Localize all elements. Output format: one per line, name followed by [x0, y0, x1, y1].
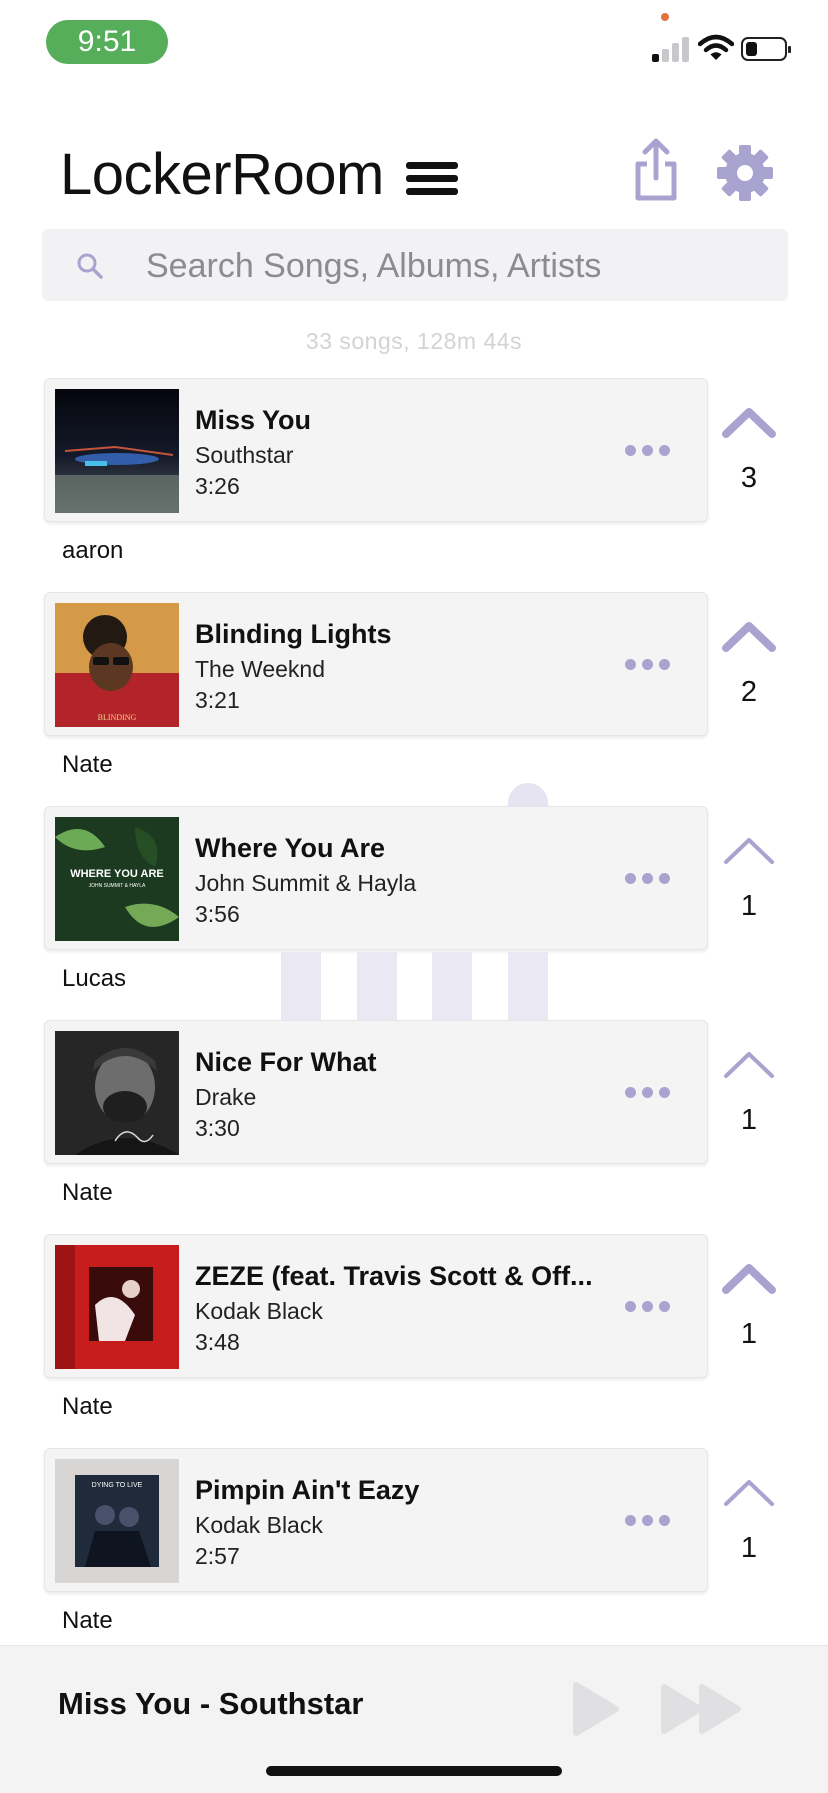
song-title: Where You Are: [195, 833, 386, 863]
svg-text:WHERE YOU ARE: WHERE YOU ARE: [70, 868, 164, 880]
song-card[interactable]: BLINDING Blinding Lights The Weeknd 3:21: [44, 592, 708, 736]
upvote-chevron-icon[interactable]: [720, 1474, 778, 1510]
song-duration: 3:56: [195, 901, 240, 927]
now-playing-label: Miss You - Southstar: [58, 1686, 364, 1721]
upvote-chevron-icon[interactable]: [720, 832, 778, 868]
upvote-chevron-icon[interactable]: [720, 618, 778, 654]
vote-count: 1: [740, 1318, 758, 1350]
more-options-icon[interactable]: [625, 1509, 671, 1533]
upvote-chevron-icon[interactable]: [720, 1260, 778, 1296]
song-card[interactable]: Nice For What Drake 3:30: [44, 1020, 708, 1164]
album-art: DYING TO LIVE: [55, 1459, 179, 1583]
album-art: [55, 1031, 179, 1155]
loading-overlay-bar: [432, 952, 472, 1020]
song-title: Pimpin Ain't Eazy: [195, 1475, 420, 1505]
added-by-label: Lucas: [62, 965, 127, 992]
vote-count: 2: [740, 676, 758, 708]
vote-count: 1: [740, 890, 758, 922]
song-artist: Southstar: [195, 442, 294, 468]
song-title: Nice For What: [195, 1047, 377, 1077]
more-options-icon[interactable]: [625, 439, 671, 463]
song-card[interactable]: DYING TO LIVE Pimpin Ain't Eazy Kodak Blac…: [44, 1448, 708, 1592]
more-options-icon[interactable]: [625, 1295, 671, 1319]
vote-count: 3: [740, 462, 758, 494]
song-artist: Drake: [195, 1084, 257, 1110]
song-duration: 3:48: [195, 1329, 240, 1355]
more-options-icon[interactable]: [625, 653, 671, 677]
song-card[interactable]: ZEZE (feat. Travis Scott & Off... Kodak B…: [44, 1234, 708, 1378]
loading-overlay-bar: [357, 952, 397, 1020]
song-title: Miss You: [195, 405, 312, 435]
upvote-chevron-icon[interactable]: [720, 1046, 778, 1082]
loading-overlay-bar: [281, 952, 321, 1020]
album-art: WHERE YOU ARE JOHN SUMMIT & HAYLA: [55, 817, 179, 941]
song-card[interactable]: Miss You Southstar 3:26: [44, 378, 708, 522]
song-artist: The Weeknd: [195, 656, 325, 682]
song-duration: 2:57: [195, 1543, 240, 1569]
more-options-icon[interactable]: [625, 1081, 671, 1105]
song-title: Blinding Lights: [195, 619, 392, 649]
song-card[interactable]: WHERE YOU ARE JOHN SUMMIT & HAYLA Where Yo…: [44, 806, 708, 950]
song-artist: Kodak Black: [195, 1512, 323, 1538]
album-art: BLINDING: [55, 603, 179, 727]
album-art: [55, 1245, 179, 1369]
skip-forward-icon[interactable]: [660, 1681, 744, 1737]
added-by-label: Nate: [62, 751, 113, 778]
added-by-label: Nate: [62, 1393, 113, 1420]
song-duration: 3:30: [195, 1115, 240, 1141]
song-list: Miss You Southstar 3:26 3 aaron BLINDING Blind…: [0, 0, 828, 1792]
vote-count: 1: [740, 1532, 758, 1564]
song-duration: 3:21: [195, 687, 240, 713]
svg-text:DYING TO LIVE: DYING TO LIVE: [92, 1482, 143, 1489]
song-artist: Kodak Black: [195, 1298, 323, 1324]
song-title: ZEZE (feat. Travis Scott & Off...: [195, 1261, 593, 1291]
svg-text:JOHN SUMMIT & HAYLA: JOHN SUMMIT & HAYLA: [89, 883, 146, 889]
album-art: [55, 389, 179, 513]
home-indicator[interactable]: [266, 1766, 562, 1776]
loading-overlay-bar: [508, 952, 548, 1020]
vote-count: 1: [740, 1104, 758, 1136]
added-by-label: aaron: [62, 537, 124, 564]
upvote-chevron-icon[interactable]: [720, 404, 778, 440]
play-icon[interactable]: [572, 1681, 620, 1737]
added-by-label: Nate: [62, 1607, 113, 1634]
more-options-icon[interactable]: [625, 867, 671, 891]
added-by-label: Nate: [62, 1179, 113, 1206]
song-artist: John Summit & Hayla: [195, 870, 417, 896]
svg-text:BLINDING: BLINDING: [98, 713, 137, 722]
song-duration: 3:26: [195, 473, 240, 499]
